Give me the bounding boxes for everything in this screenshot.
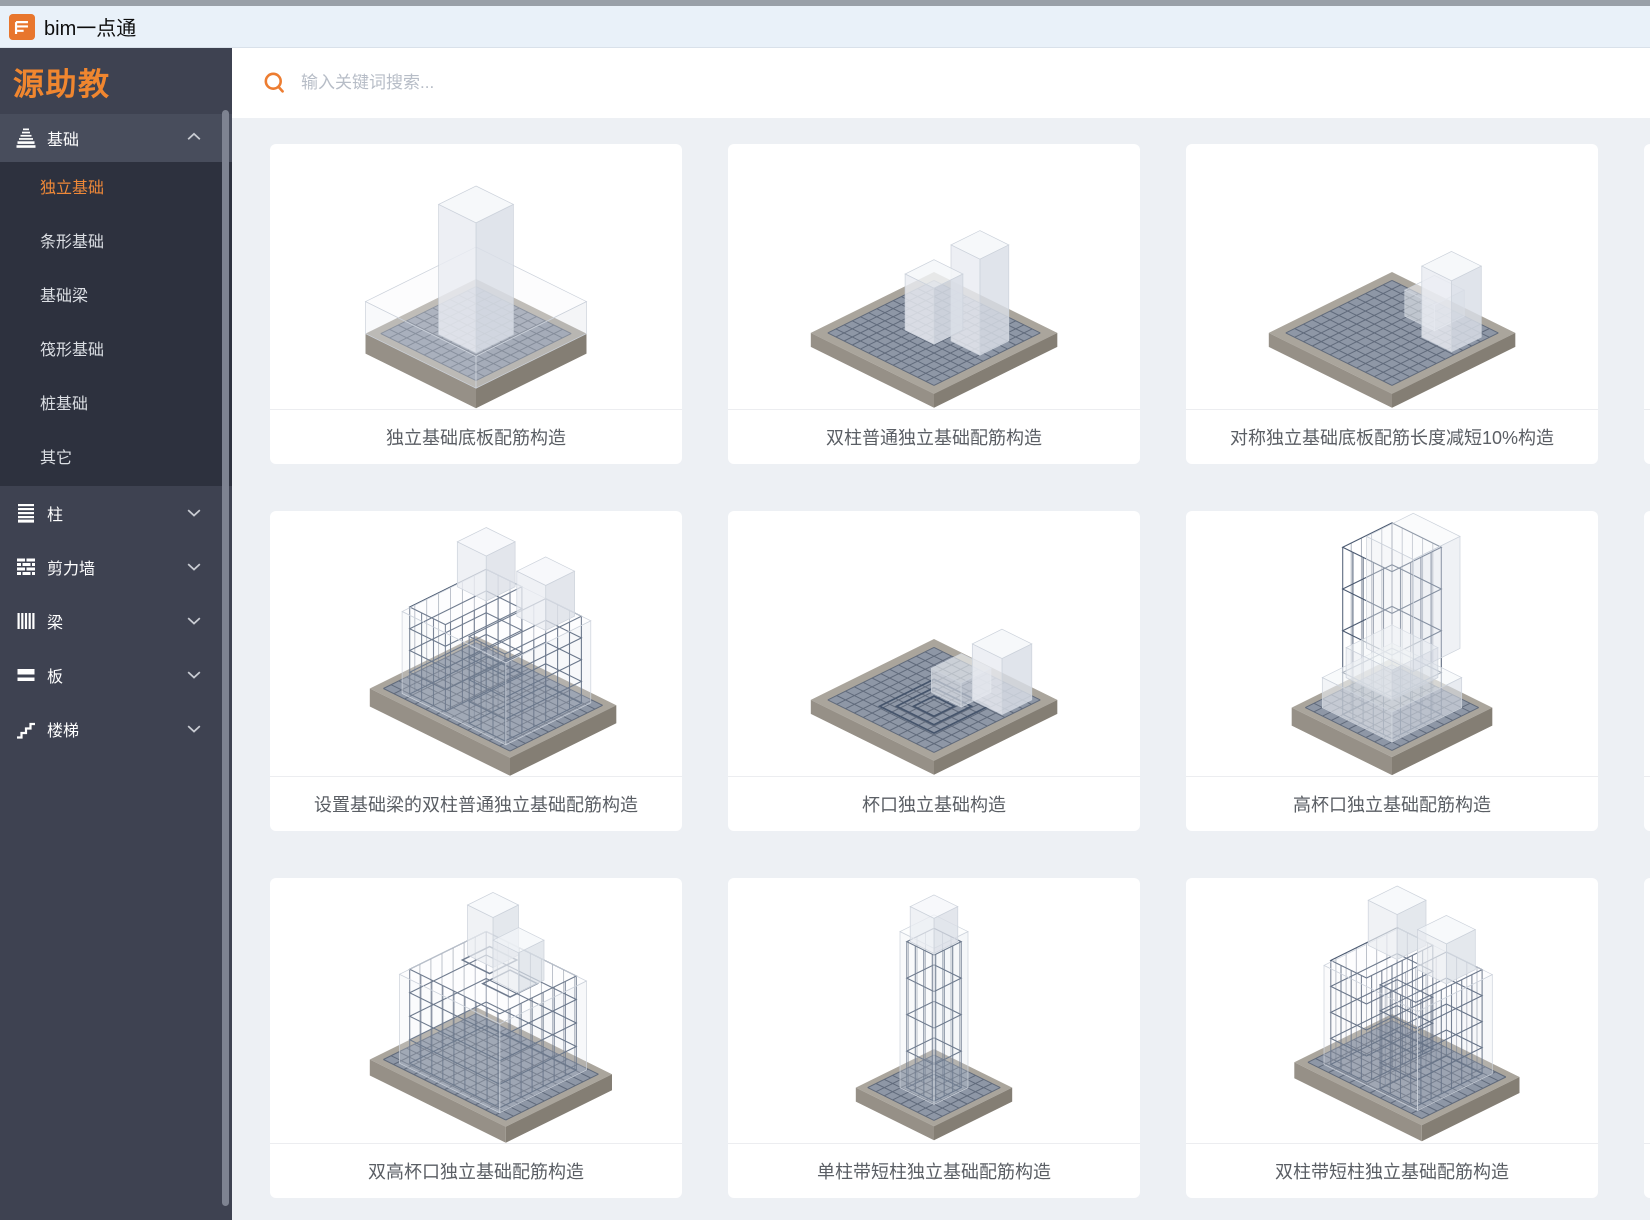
model-thumbnail [728,511,1140,776]
chevron-down-icon [184,665,204,685]
sidebar-subitem-条形基础[interactable]: 条形基础 [0,216,232,270]
chevron-down-icon [184,719,204,739]
sidebar-menu: 基础独立基础条形基础基础梁筏形基础桩基础其它柱剪力墙梁板楼梯 [0,114,232,756]
sidebar-item-楼梯[interactable]: 楼梯 [0,702,232,756]
pad-two-columns-render [728,144,1140,409]
model-card-grid: 独立基础底板配筋构造双柱普通独立基础配筋构造对称独立基础底板配筋长度减短10%构… [270,144,1650,1220]
sidebar-item-label: 楼梯 [47,717,184,741]
model-caption: 杯口独立基础构造 [728,776,1140,831]
shear-wall-icon [14,555,38,579]
sidebar-item-梁[interactable]: 梁 [0,594,232,648]
sidebar-subitem-桩基础[interactable]: 桩基础 [0,378,232,432]
model-card[interactable]: 独立基础底板配筋构造 [270,144,682,464]
model-caption [1644,409,1650,464]
pad-beam-cages-render [270,511,682,776]
model-caption: 设置基础梁的双柱普通独立基础配筋构造 [270,776,682,831]
pad-socket-render [728,511,1140,776]
search-icon [262,70,289,97]
model-caption [1644,776,1650,831]
sidebar-item-柱[interactable]: 柱 [0,486,232,540]
app-favicon [9,14,35,40]
chevron-down-icon [184,611,204,631]
pad-column-right-render [1186,144,1598,409]
cage-tower-steps-render [1186,511,1598,776]
sidebar-item-label: 梁 [47,609,184,633]
cage-column-small-pad-render [728,878,1140,1143]
sidebar-subitem-其它[interactable]: 其它 [0,432,232,486]
model-thumbnail [270,878,682,1143]
model-caption: 独立基础底板配筋构造 [270,409,682,464]
model-thumbnail [728,878,1140,1143]
sidebar: 源助教 基础独立基础条形基础基础梁筏形基础桩基础其它柱剪力墙梁板楼梯 [0,48,232,1220]
model-thumbnail [1644,511,1650,776]
model-caption: 单柱带短柱独立基础配筋构造 [728,1143,1140,1198]
sidebar-item-板[interactable]: 板 [0,648,232,702]
chevron-up-icon [184,128,204,148]
sidebar-item-label: 柱 [47,501,184,525]
model-card[interactable]: 双柱普通独立基础配筋构造 [728,144,1140,464]
model-card[interactable]: 设置基础梁的双柱普通独立基础配筋构造 [270,511,682,831]
model-caption: 双柱带短柱独立基础配筋构造 [1186,1143,1598,1198]
browser-tab-bar: bim一点通 [0,6,1650,48]
model-card[interactable]: 高杯口独立基础配筋构造 [1186,511,1598,831]
sidebar-subitem-独立基础[interactable]: 独立基础 [0,162,232,216]
model-thumbnail [270,511,682,776]
sidebar-item-label: 板 [47,663,184,687]
model-card[interactable]: 双高杯口独立基础配筋构造 [270,878,682,1198]
model-thumbnail [1186,511,1598,776]
cage-box-double-render [270,878,682,1143]
model-caption: 双高杯口独立基础配筋构造 [270,1143,682,1198]
model-card[interactable]: 双柱带短柱独立基础配筋构造 [1186,878,1598,1198]
sidebar-item-剪力墙[interactable]: 剪力墙 [0,540,232,594]
model-caption: 对称独立基础底板配筋长度减短10%构造 [1186,409,1598,464]
cage-two-columns-pad-render [1186,878,1598,1143]
model-card-partial[interactable] [1644,878,1650,1198]
model-thumbnail [728,144,1140,409]
search-input[interactable] [299,72,923,94]
model-thumbnail [1644,144,1650,409]
model-card[interactable]: 单柱带短柱独立基础配筋构造 [728,878,1140,1198]
model-thumbnail [1186,144,1598,409]
sidebar-subitem-基础梁[interactable]: 基础梁 [0,270,232,324]
model-caption: 高杯口独立基础配筋构造 [1186,776,1598,831]
model-card-partial[interactable] [1644,144,1650,464]
sidebar-item-label: 剪力墙 [47,555,184,579]
pad-column-render [270,144,682,409]
app-logo: 源助教 [0,48,232,114]
model-card[interactable]: 杯口独立基础构造 [728,511,1140,831]
model-thumbnail [1186,878,1598,1143]
sidebar-item-基础[interactable]: 基础 [0,114,232,162]
search-bar [232,48,1650,118]
beam-icon [14,609,38,633]
sidebar-item-label: 基础 [47,126,184,150]
sidebar-scrollbar-thumb[interactable] [222,110,229,1206]
model-caption [1644,1143,1650,1198]
sidebar-subitem-筏形基础[interactable]: 筏形基础 [0,324,232,378]
model-caption: 双柱普通独立基础配筋构造 [728,409,1140,464]
chevron-down-icon [184,503,204,523]
foundation-icon [14,126,38,150]
model-card-partial[interactable] [1644,511,1650,831]
stairs-icon [14,717,38,741]
page-title: bim一点通 [44,12,136,41]
sidebar-submenu: 独立基础条形基础基础梁筏形基础桩基础其它 [0,162,232,486]
model-card[interactable]: 对称独立基础底板配筋长度减短10%构造 [1186,144,1598,464]
column-icon [14,501,38,525]
slab-icon [14,663,38,687]
chevron-down-icon [184,557,204,577]
model-thumbnail [270,144,682,409]
model-thumbnail [1644,878,1650,1143]
